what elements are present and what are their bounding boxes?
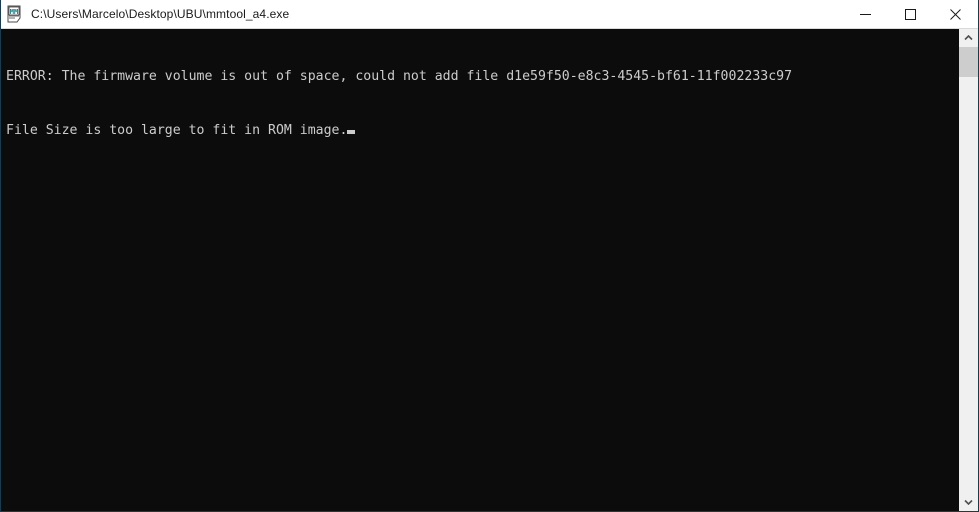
mmtool-app-icon: MM [6, 5, 24, 23]
window-controls [843, 0, 978, 29]
window-title: C:\Users\Marcelo\Desktop\UBU\mmtool_a4.e… [31, 7, 290, 21]
console-line-with-cursor: File Size is too large to fit in ROM ima… [6, 122, 958, 140]
close-button[interactable] [933, 0, 978, 29]
console-output-area[interactable]: ERROR: The firmware volume is out of spa… [1, 29, 958, 511]
console-window: MM C:\Users\Marcelo\Desktop\UBU\mmtool_a… [0, 0, 979, 512]
titlebar[interactable]: MM C:\Users\Marcelo\Desktop\UBU\mmtool_a… [1, 0, 978, 29]
console-partial-line: _ _ _ _ _ _ _ _ [6, 505, 649, 511]
scroll-down-button[interactable] [959, 493, 978, 511]
scroll-up-button[interactable] [959, 29, 978, 47]
console-text-block: ERROR: The firmware volume is out of spa… [1, 29, 958, 176]
chevron-down-icon [964, 499, 973, 505]
console-line-text: File Size is too large to fit in ROM ima… [6, 123, 348, 138]
scrollbar-track[interactable] [959, 47, 978, 493]
text-cursor [347, 130, 356, 134]
minimize-button[interactable] [843, 0, 888, 29]
vertical-scrollbar[interactable] [958, 29, 978, 511]
svg-text:MM: MM [10, 8, 18, 16]
console-line: ERROR: The firmware volume is out of spa… [6, 69, 793, 84]
chevron-up-icon [964, 35, 973, 41]
scrollbar-thumb[interactable] [959, 47, 978, 77]
maximize-button[interactable] [888, 0, 933, 29]
